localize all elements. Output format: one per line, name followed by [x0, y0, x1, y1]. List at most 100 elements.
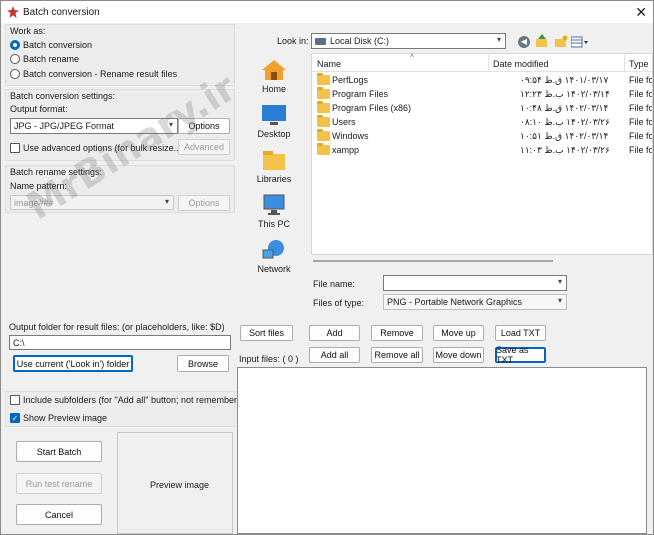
look-in-value: Local Disk (C:) — [330, 36, 390, 46]
file-type: File fo — [629, 131, 653, 141]
work-as-label: Work as: — [10, 26, 46, 36]
radio-batch-conversion[interactable] — [10, 40, 20, 50]
run-test-rename-button[interactable]: Run test rename — [16, 473, 102, 494]
start-batch-button[interactable]: Start Batch — [16, 441, 102, 462]
title-bar: Batch conversion ✕ — [1, 1, 653, 23]
place-this-pc-label: This PC — [257, 219, 290, 229]
file-name: xampp — [332, 145, 360, 155]
input-files-label: Input files: ( 0 ) — [239, 354, 299, 364]
place-libraries[interactable]: Libraries — [243, 149, 305, 184]
add-all-button[interactable]: Add all — [309, 347, 360, 363]
sort-files-button[interactable]: Sort files — [240, 325, 293, 341]
radio-batch-conversion-label[interactable]: Batch conversion — [23, 40, 92, 50]
name-pattern-value: image### — [14, 197, 54, 208]
file-type: File fo — [629, 103, 653, 113]
output-format-select[interactable]: JPG - JPG/JPEG Format ▾ — [10, 118, 178, 134]
back-icon[interactable]: ◀ — [518, 36, 530, 48]
place-this-pc[interactable]: This PC — [243, 194, 305, 229]
radio-conversion-rename-label[interactable]: Batch conversion - Rename result files — [23, 69, 177, 79]
files-of-type-value: PNG - Portable Network Graphics — [387, 297, 523, 307]
file-name-label: File name: — [313, 279, 356, 289]
place-home[interactable]: Home — [243, 59, 305, 94]
close-icon[interactable]: ✕ — [635, 4, 647, 21]
add-button[interactable]: Add — [309, 325, 360, 341]
output-folder-input[interactable]: C:\ — [9, 335, 231, 350]
folder-icon — [317, 73, 330, 85]
file-row[interactable]: Program Files ۱۴۰۲/۰۳/۱۴ ب.ظ ۱۲:۲۳ File … — [312, 87, 652, 102]
move-up-button[interactable]: Move up — [433, 325, 484, 341]
radio-conversion-rename[interactable] — [10, 69, 20, 79]
conversion-options-button[interactable]: Options — [178, 118, 230, 134]
name-pattern-select[interactable]: image### ▾ — [10, 195, 174, 210]
sort-up-icon: ^ — [410, 53, 414, 62]
folder-icon — [317, 87, 330, 99]
chevron-down-icon: ▾ — [168, 120, 173, 129]
show-preview-label[interactable]: Show Preview image — [23, 413, 107, 423]
advanced-options-checkbox[interactable] — [10, 143, 20, 153]
include-subfolders-checkbox[interactable] — [10, 395, 20, 405]
look-in-select[interactable]: Local Disk (C:) ▾ — [311, 33, 506, 49]
browse-button[interactable]: Browse — [177, 355, 229, 372]
file-type: File fo — [629, 75, 653, 85]
output-folder-label: Output folder for result files: (or plac… — [9, 322, 225, 332]
file-name: Program Files — [332, 89, 389, 99]
view-menu-icon[interactable] — [570, 36, 589, 48]
rename-settings-panel: Batch rename settings: Name pattern: ima… — [5, 165, 235, 213]
places-sidebar: Home Desktop Libraries This PC Network — [243, 53, 307, 279]
preview-options-panel: Include subfolders (for "Add all" button… — [5, 391, 250, 427]
file-date: ۱۴۰۲/۰۳/۱۴ ق.ظ ۱۰:۴۸ — [520, 103, 609, 113]
file-row[interactable]: xampp ۱۴۰۲/۰۳/۲۶ ب.ظ ۱۱:۰۳ File fo — [312, 143, 653, 158]
move-down-button[interactable]: Move down — [433, 347, 484, 363]
rename-settings-label: Batch rename settings: — [10, 167, 103, 177]
conversion-settings-label: Batch conversion settings: — [10, 91, 116, 101]
file-type: File fo — [629, 145, 653, 155]
file-row[interactable]: Windows ۱۴۰۲/۰۳/۱۴ ق.ظ ۱۰:۵۱ File fo — [312, 129, 653, 144]
include-subfolders-label[interactable]: Include subfolders (for "Add all" button… — [23, 395, 250, 405]
file-date: ۱۴۰۲/۰۳/۲۶ ب.ظ ۰۸:۱۰ — [520, 117, 610, 127]
file-row[interactable]: Users ۱۴۰۲/۰۳/۲۶ ب.ظ ۰۸:۱۰ File fo — [312, 115, 652, 130]
file-name: Users — [332, 117, 356, 127]
load-txt-button[interactable]: Load TXT — [495, 325, 546, 341]
file-row[interactable]: Program Files (x86) ۱۴۰۲/۰۳/۱۴ ق.ظ ۱۰:۴۸… — [312, 101, 653, 116]
work-as-panel: Work as: Batch conversion Batch rename B… — [5, 24, 235, 86]
advanced-button[interactable]: Advanced — [178, 139, 230, 155]
input-files-list[interactable] — [237, 367, 647, 534]
rename-options-button[interactable]: Options — [178, 195, 230, 211]
column-divider — [624, 54, 625, 72]
new-folder-icon[interactable] — [554, 34, 568, 48]
up-folder-icon[interactable] — [535, 34, 549, 48]
chevron-down-icon: ▾ — [557, 277, 562, 286]
libraries-icon — [261, 149, 287, 171]
file-name-input[interactable]: ▾ — [383, 275, 567, 291]
radio-batch-rename[interactable] — [10, 54, 20, 64]
column-date[interactable]: Date modified — [493, 59, 549, 69]
column-name[interactable]: Name — [317, 59, 341, 69]
place-network-label: Network — [257, 264, 291, 274]
remove-all-button[interactable]: Remove all — [371, 347, 423, 363]
file-list-header: Name ^ Date modified Type — [312, 53, 652, 72]
computer-icon — [261, 194, 287, 216]
network-icon — [261, 239, 287, 261]
place-desktop[interactable]: Desktop — [243, 104, 305, 139]
chevron-down-icon: ▾ — [496, 35, 501, 44]
advanced-options-label[interactable]: Use advanced options (for bulk resize...… — [23, 143, 184, 153]
conversion-settings-panel: Batch conversion settings: Output format… — [5, 89, 235, 161]
place-network[interactable]: Network — [243, 239, 305, 274]
radio-batch-rename-label[interactable]: Batch rename — [23, 54, 79, 64]
file-date: ۱۴۰۱/۰۳/۱۷ ق.ظ ۰۹:۵۴ — [520, 75, 609, 85]
show-preview-checkbox[interactable]: ✓ — [10, 413, 20, 423]
remove-button[interactable]: Remove — [371, 325, 423, 341]
preview-area: Preview image — [117, 432, 233, 534]
preview-label: Preview image — [150, 480, 210, 490]
chevron-down-icon: ▾ — [557, 296, 562, 305]
look-in-label: Look in: — [277, 36, 309, 46]
file-list-scrollbar[interactable] — [313, 260, 553, 262]
column-type[interactable]: Type — [629, 59, 649, 69]
file-row[interactable]: PerfLogs ۱۴۰۱/۰۳/۱۷ ق.ظ ۰۹:۵۴ File fo — [312, 73, 653, 88]
use-current-folder-button[interactable]: Use current ('Look in') folder — [13, 355, 133, 372]
place-home-label: Home — [261, 84, 286, 94]
cancel-button[interactable]: Cancel — [16, 504, 102, 525]
files-of-type-select[interactable]: PNG - Portable Network Graphics ▾ — [383, 294, 567, 310]
file-name: PerfLogs — [332, 75, 369, 85]
save-as-txt-button[interactable]: Save as TXT — [495, 345, 546, 365]
